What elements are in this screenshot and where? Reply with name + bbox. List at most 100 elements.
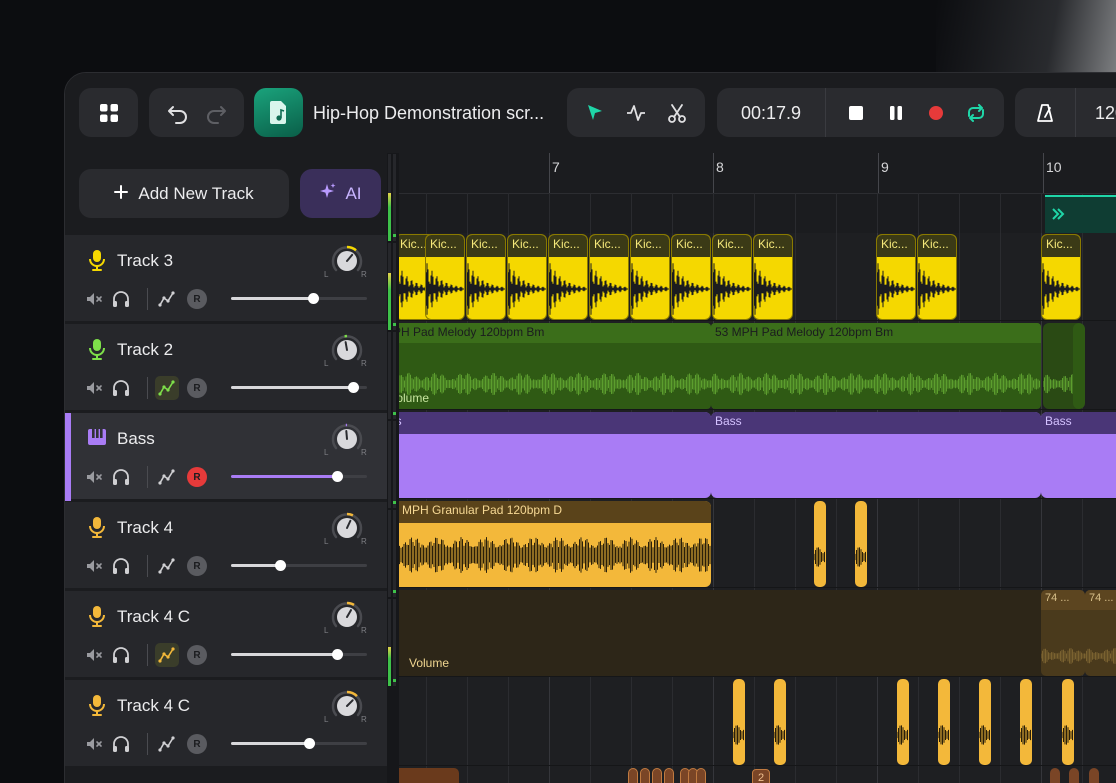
audio-slice[interactable] <box>640 768 650 783</box>
track-name[interactable]: Track 4 C <box>117 696 190 716</box>
midi-clip[interactable]: ass <box>399 412 711 498</box>
record-arm-button[interactable]: R <box>187 289 207 309</box>
kick-clip[interactable]: Kic... <box>712 234 752 320</box>
pan-knob[interactable] <box>329 332 365 368</box>
track-header[interactable]: Bass L R R <box>65 412 387 501</box>
track-name[interactable]: Track 2 <box>117 340 173 360</box>
scissors-icon[interactable] <box>657 88 697 137</box>
audio-slice[interactable] <box>1062 679 1074 765</box>
track-header[interactable]: Track 2 L R R <box>65 323 387 410</box>
kick-clip[interactable]: Kic... <box>548 234 588 320</box>
track-header[interactable]: Track 4 L R R <box>65 501 387 588</box>
undo-icon[interactable] <box>159 88 197 137</box>
midi-clip[interactable]: Bass <box>711 412 1041 498</box>
audio-slice[interactable] <box>696 768 706 783</box>
volume-thumb[interactable] <box>307 293 319 304</box>
audio-slice[interactable] <box>733 679 745 765</box>
track-name[interactable]: Track 3 <box>117 251 173 271</box>
ai-button[interactable]: AI <box>300 169 381 218</box>
audio-clip[interactable]: 74 ... <box>1041 590 1085 676</box>
audio-slice[interactable] <box>1069 768 1079 783</box>
audio-slice[interactable] <box>628 768 638 783</box>
timeline-ruler[interactable]: 7 8 9 10 <box>399 153 1116 233</box>
stop-icon[interactable] <box>837 88 875 137</box>
track-lane[interactable] <box>399 678 1116 766</box>
volume-thumb[interactable] <box>332 471 344 482</box>
mute-icon[interactable] <box>85 378 105 403</box>
track-header[interactable]: Track 3 L R R <box>65 234 387 321</box>
pad-clip[interactable] <box>1073 323 1085 409</box>
volume-slider[interactable] <box>231 738 367 749</box>
mute-icon[interactable] <box>85 556 105 581</box>
audio-slice[interactable] <box>1050 768 1060 783</box>
kick-clip[interactable]: Kic... <box>917 234 957 320</box>
pan-knob[interactable] <box>329 421 365 457</box>
mute-icon[interactable] <box>85 467 105 492</box>
audio-slice[interactable] <box>1089 768 1099 783</box>
headphones-icon[interactable] <box>111 645 131 670</box>
redo-icon[interactable] <box>197 88 235 137</box>
kick-clip[interactable]: Kic... <box>753 234 793 320</box>
volume-slider[interactable] <box>231 293 367 304</box>
volume-thumb[interactable] <box>348 382 360 393</box>
volume-slider[interactable] <box>231 649 367 660</box>
track-name[interactable]: Track 4 C <box>117 607 190 627</box>
mute-icon[interactable] <box>85 734 105 759</box>
audio-clip[interactable]: 74 ... <box>1085 590 1116 676</box>
volume-slider[interactable] <box>231 471 367 482</box>
kick-clip[interactable]: Kic... <box>630 234 670 320</box>
headphones-icon[interactable] <box>111 734 131 759</box>
pointer-icon[interactable] <box>575 88 615 137</box>
kick-clip[interactable]: Kic... <box>507 234 547 320</box>
audio-slice[interactable] <box>938 679 950 765</box>
automation-icon[interactable] <box>155 287 179 311</box>
add-track-button[interactable]: Add New Track <box>79 169 289 218</box>
metronome-icon[interactable] <box>1025 88 1065 137</box>
track-header[interactable]: Track 4 C L R R <box>65 590 387 677</box>
pad-clip[interactable]: MPH Pad Melody 120bpm Bm Volume <box>399 323 711 409</box>
kick-clip[interactable]: Kic... <box>671 234 711 320</box>
audio-slice[interactable] <box>979 679 991 765</box>
automation-icon[interactable] <box>155 376 179 400</box>
kick-clip[interactable]: Kic... <box>1041 234 1081 320</box>
tempo-value[interactable]: 120 <box>1095 103 1116 124</box>
audio-slice[interactable] <box>652 768 662 783</box>
mute-icon[interactable] <box>85 645 105 670</box>
midi-clip[interactable]: Bass <box>1041 412 1116 498</box>
record-arm-button[interactable]: R <box>187 556 207 576</box>
audio-slice[interactable] <box>664 768 674 783</box>
track-name[interactable]: Track 4 <box>117 518 173 538</box>
volume-thumb[interactable] <box>332 649 344 660</box>
audio-slice[interactable] <box>774 679 786 765</box>
loop-icon[interactable] <box>957 88 995 137</box>
audio-slice[interactable] <box>1020 679 1032 765</box>
pan-knob[interactable] <box>329 599 365 635</box>
volume-slider[interactable] <box>231 382 367 393</box>
volume-slider[interactable] <box>231 560 367 571</box>
kick-clip[interactable]: Kic... <box>425 234 465 320</box>
project-file-icon[interactable] <box>254 88 303 137</box>
audio-clip[interactable] <box>399 768 459 783</box>
headphones-icon[interactable] <box>111 289 131 314</box>
headphones-icon[interactable] <box>111 467 131 492</box>
pause-icon[interactable] <box>877 88 915 137</box>
record-arm-button[interactable]: R <box>187 467 207 487</box>
volume-thumb[interactable] <box>303 738 315 749</box>
loop-region[interactable] <box>1045 195 1116 233</box>
record-arm-button[interactable]: R <box>187 645 207 665</box>
project-title[interactable]: Hip-Hop Demonstration scr... <box>313 103 544 124</box>
record-icon[interactable] <box>917 88 955 137</box>
pan-knob[interactable] <box>329 510 365 546</box>
volume-thumb[interactable] <box>274 560 286 571</box>
record-arm-button[interactable]: R <box>187 734 207 754</box>
mute-icon[interactable] <box>85 289 105 314</box>
menu-button[interactable] <box>79 88 138 137</box>
automation-icon[interactable] <box>155 643 179 667</box>
pan-knob[interactable] <box>329 243 365 279</box>
audio-slice[interactable] <box>814 501 826 587</box>
headphones-icon[interactable] <box>111 556 131 581</box>
kick-clip[interactable]: Kic... <box>876 234 916 320</box>
waveform-tool-icon[interactable] <box>616 88 656 137</box>
automation-icon[interactable] <box>155 732 179 756</box>
automation-icon[interactable] <box>155 465 179 489</box>
